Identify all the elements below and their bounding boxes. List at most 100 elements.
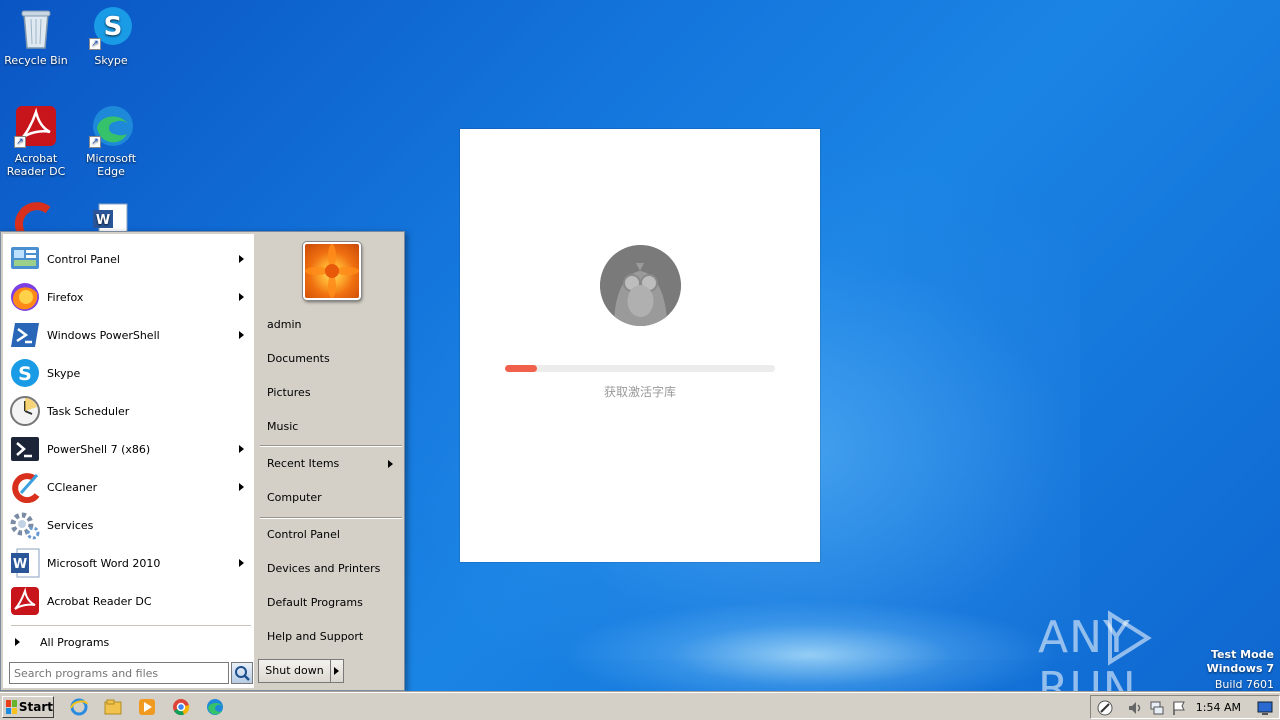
- start-menu-places-pane: admin Documents Pictures Music Recent It…: [256, 232, 404, 690]
- mascot-avatar-icon: [600, 245, 681, 326]
- search-icon: [235, 666, 250, 681]
- desktop-icon-label: Microsoft Edge: [85, 152, 137, 178]
- svg-text:W: W: [13, 557, 27, 572]
- activation-dialog: 获取激活字库: [460, 129, 820, 562]
- windows-logo-icon: [6, 700, 17, 714]
- start-label: Start: [18, 700, 53, 714]
- places-separator: [260, 445, 402, 446]
- program-label: Services: [47, 518, 94, 532]
- loading-progress-bar: [505, 365, 775, 372]
- program-label: Microsoft Word 2010: [47, 556, 161, 570]
- shutdown-button-group: Shut down: [258, 659, 344, 683]
- program-label: Skype: [47, 366, 81, 380]
- firefox-icon: [9, 281, 41, 313]
- program-windows-powershell[interactable]: Windows PowerShell: [9, 316, 252, 354]
- submenu-arrow-icon: [239, 293, 244, 301]
- place-help-support[interactable]: Help and Support: [267, 628, 401, 646]
- edge-taskbar-icon[interactable]: [206, 698, 224, 716]
- program-label: CCleaner: [47, 480, 98, 494]
- start-search: [9, 662, 253, 684]
- shortcut-arrow-icon: ↗: [89, 136, 101, 148]
- desktop-icon-skype[interactable]: S ↗ Skype: [73, 6, 149, 67]
- program-label: Firefox: [47, 290, 84, 304]
- search-button[interactable]: [231, 662, 253, 684]
- all-programs-label: All Programs: [40, 635, 110, 649]
- desktop-icon-label: Acrobat Reader DC: [6, 152, 66, 178]
- explorer-taskbar-icon[interactable]: [104, 698, 122, 716]
- acrobat-icon: [9, 585, 41, 617]
- place-user-folder[interactable]: admin: [267, 316, 401, 334]
- skype-icon: S ↗: [89, 6, 133, 50]
- program-label: Acrobat Reader DC: [47, 594, 152, 608]
- start-menu: Control Panel Firefox Windows PowerShell…: [0, 231, 405, 691]
- submenu-arrow-icon: [239, 255, 244, 263]
- desktop-icon-recycle-bin[interactable]: Recycle Bin: [0, 6, 74, 67]
- desktop-icon-label: Skype: [94, 54, 128, 67]
- svg-text:W: W: [96, 213, 110, 228]
- program-task-scheduler[interactable]: Task Scheduler: [9, 392, 252, 430]
- shutdown-options-arrow[interactable]: [331, 660, 343, 682]
- ie-taskbar-icon[interactable]: [70, 698, 88, 716]
- place-computer[interactable]: Computer: [267, 489, 401, 507]
- media-player-taskbar-icon[interactable]: [138, 698, 156, 716]
- powershell7-icon: [9, 433, 41, 465]
- desktop-icon-ccleaner-partial[interactable]: [0, 202, 74, 232]
- submenu-arrow-icon: [239, 445, 244, 453]
- place-default-programs[interactable]: Default Programs: [267, 594, 401, 612]
- user-avatar[interactable]: [303, 242, 361, 300]
- program-ccleaner[interactable]: CCleaner: [9, 468, 252, 506]
- build-label: Build 7601: [1214, 678, 1274, 691]
- program-skype[interactable]: S Skype: [9, 354, 252, 392]
- word-icon: W: [9, 547, 41, 579]
- volume-icon[interactable]: [1127, 700, 1143, 716]
- flag-icon[interactable]: [1171, 700, 1187, 716]
- test-mode-label: Test Mode: [1211, 648, 1274, 661]
- program-label: Task Scheduler: [47, 404, 130, 418]
- taskbar: Start 1:54 AM: [0, 692, 1280, 720]
- control-panel-icon: [9, 243, 41, 275]
- shortcut-arrow-icon: ↗: [14, 136, 26, 148]
- submenu-arrow-icon: [239, 483, 244, 491]
- place-pictures[interactable]: Pictures: [267, 384, 401, 402]
- shutdown-button[interactable]: Shut down: [259, 660, 331, 682]
- chrome-taskbar-icon[interactable]: [172, 698, 190, 716]
- desktop-icon-edge[interactable]: ↗ Microsoft Edge: [73, 104, 149, 178]
- recycle-bin-icon: [14, 6, 58, 50]
- services-icon: [9, 509, 41, 541]
- program-acrobat-reader[interactable]: Acrobat Reader DC: [9, 582, 252, 620]
- program-microsoft-word[interactable]: W Microsoft Word 2010: [9, 544, 252, 582]
- program-powershell-7[interactable]: PowerShell 7 (x86): [9, 430, 252, 468]
- all-programs-button[interactable]: All Programs: [9, 630, 252, 654]
- place-music[interactable]: Music: [267, 418, 401, 436]
- clock[interactable]: 1:54 AM: [1196, 701, 1241, 714]
- places-separator: [260, 517, 402, 518]
- expand-arrow-icon: [15, 638, 20, 646]
- start-menu-programs-pane: Control Panel Firefox Windows PowerShell…: [3, 234, 254, 688]
- search-input[interactable]: [9, 662, 229, 684]
- action-center-icon[interactable]: [1097, 700, 1113, 716]
- network-icon[interactable]: [1149, 700, 1165, 716]
- submenu-arrow-icon: [388, 460, 393, 468]
- system-tray: 1:54 AM: [1090, 695, 1280, 719]
- desktop-icon-acrobat[interactable]: ↗ Acrobat Reader DC: [0, 104, 74, 178]
- shortcut-arrow-icon: ↗: [89, 38, 101, 50]
- place-recent-items[interactable]: Recent Items: [267, 455, 401, 473]
- program-services[interactable]: Services: [9, 506, 252, 544]
- program-firefox[interactable]: Firefox: [9, 278, 252, 316]
- submenu-arrow-icon: [239, 331, 244, 339]
- task-scheduler-icon: [9, 395, 41, 427]
- anyrun-watermark: ANY RUN: [1038, 608, 1238, 714]
- desktop-icon-word-partial[interactable]: W: [73, 202, 149, 232]
- os-label: Windows 7: [1206, 662, 1274, 675]
- submenu-arrow-icon: [239, 559, 244, 567]
- program-control-panel[interactable]: Control Panel: [9, 240, 252, 278]
- flower-picture-icon: [305, 244, 359, 298]
- place-control-panel[interactable]: Control Panel: [267, 526, 401, 544]
- start-button[interactable]: Start: [2, 696, 54, 718]
- place-devices-printers[interactable]: Devices and Printers: [267, 560, 401, 578]
- start-menu-separator: [11, 625, 251, 626]
- place-documents[interactable]: Documents: [267, 350, 401, 368]
- program-label: Control Panel: [47, 252, 120, 266]
- acrobat-reader-icon: ↗: [14, 104, 58, 148]
- show-desktop-icon[interactable]: [1257, 700, 1273, 716]
